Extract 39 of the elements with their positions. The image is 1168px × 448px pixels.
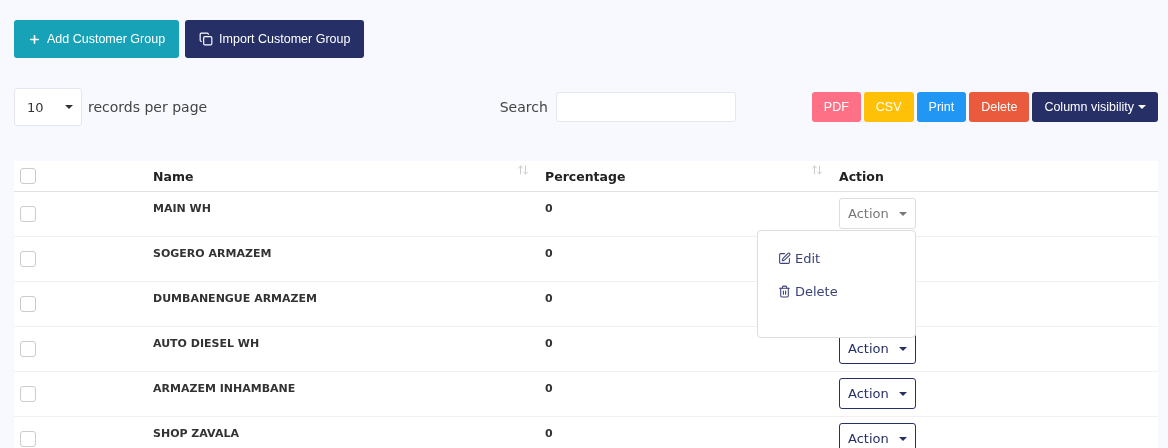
column-header[interactable]: Name xyxy=(153,168,194,184)
row-checkbox[interactable] xyxy=(20,206,36,222)
table-cell-text: 0 xyxy=(545,426,553,440)
search-label: Search xyxy=(499,99,548,115)
table-cell-text: 0 xyxy=(545,381,553,395)
column-header[interactable]: Action xyxy=(839,168,884,184)
copy-icon xyxy=(199,32,214,46)
edit-icon xyxy=(778,252,791,265)
page-length-select[interactable]: 10 xyxy=(14,88,82,126)
row-checkbox[interactable] xyxy=(20,431,36,447)
menu-item[interactable]: Delete xyxy=(778,284,915,299)
table-cell-text: ARMAZEM INHAMBANE xyxy=(153,381,296,395)
select-all-checkbox[interactable] xyxy=(20,168,36,184)
action-button[interactable]: Action xyxy=(839,423,916,448)
sort-icon[interactable] xyxy=(517,164,529,176)
sort-icon[interactable] xyxy=(811,164,823,176)
table-cell-text: MAIN WH xyxy=(153,201,211,215)
table-cell-text: 0 xyxy=(545,291,553,305)
action-button[interactable]: Action xyxy=(839,378,916,409)
table-cell-text: 0 xyxy=(545,336,553,350)
import-button[interactable]: Import Customer Group xyxy=(185,20,365,58)
table-cell-text: AUTO DIESEL WH xyxy=(153,336,260,350)
table-cell-text: DUMBANENGUE ARMAZEM xyxy=(153,291,318,305)
export-button[interactable]: Column visibility xyxy=(1032,92,1158,122)
column-header[interactable]: Percentage xyxy=(545,168,626,184)
action-button[interactable]: Action xyxy=(839,198,916,229)
search-field[interactable] xyxy=(555,92,736,122)
plus-icon xyxy=(28,32,41,46)
records-label: records per page xyxy=(88,99,208,115)
row-checkbox[interactable] xyxy=(20,386,36,402)
table-cell-text: 0 xyxy=(545,246,553,260)
table-cell-text: 0 xyxy=(545,201,553,215)
menu-item[interactable]: Edit xyxy=(778,251,915,266)
row-checkbox[interactable] xyxy=(20,296,36,312)
trash-icon xyxy=(778,285,791,298)
table-cell-text: SOGERO ARMAZEM xyxy=(153,246,272,260)
row-checkbox[interactable] xyxy=(20,341,36,357)
row-checkbox[interactable] xyxy=(20,251,36,267)
table-cell-text: SHOP ZAVALA xyxy=(153,426,239,440)
